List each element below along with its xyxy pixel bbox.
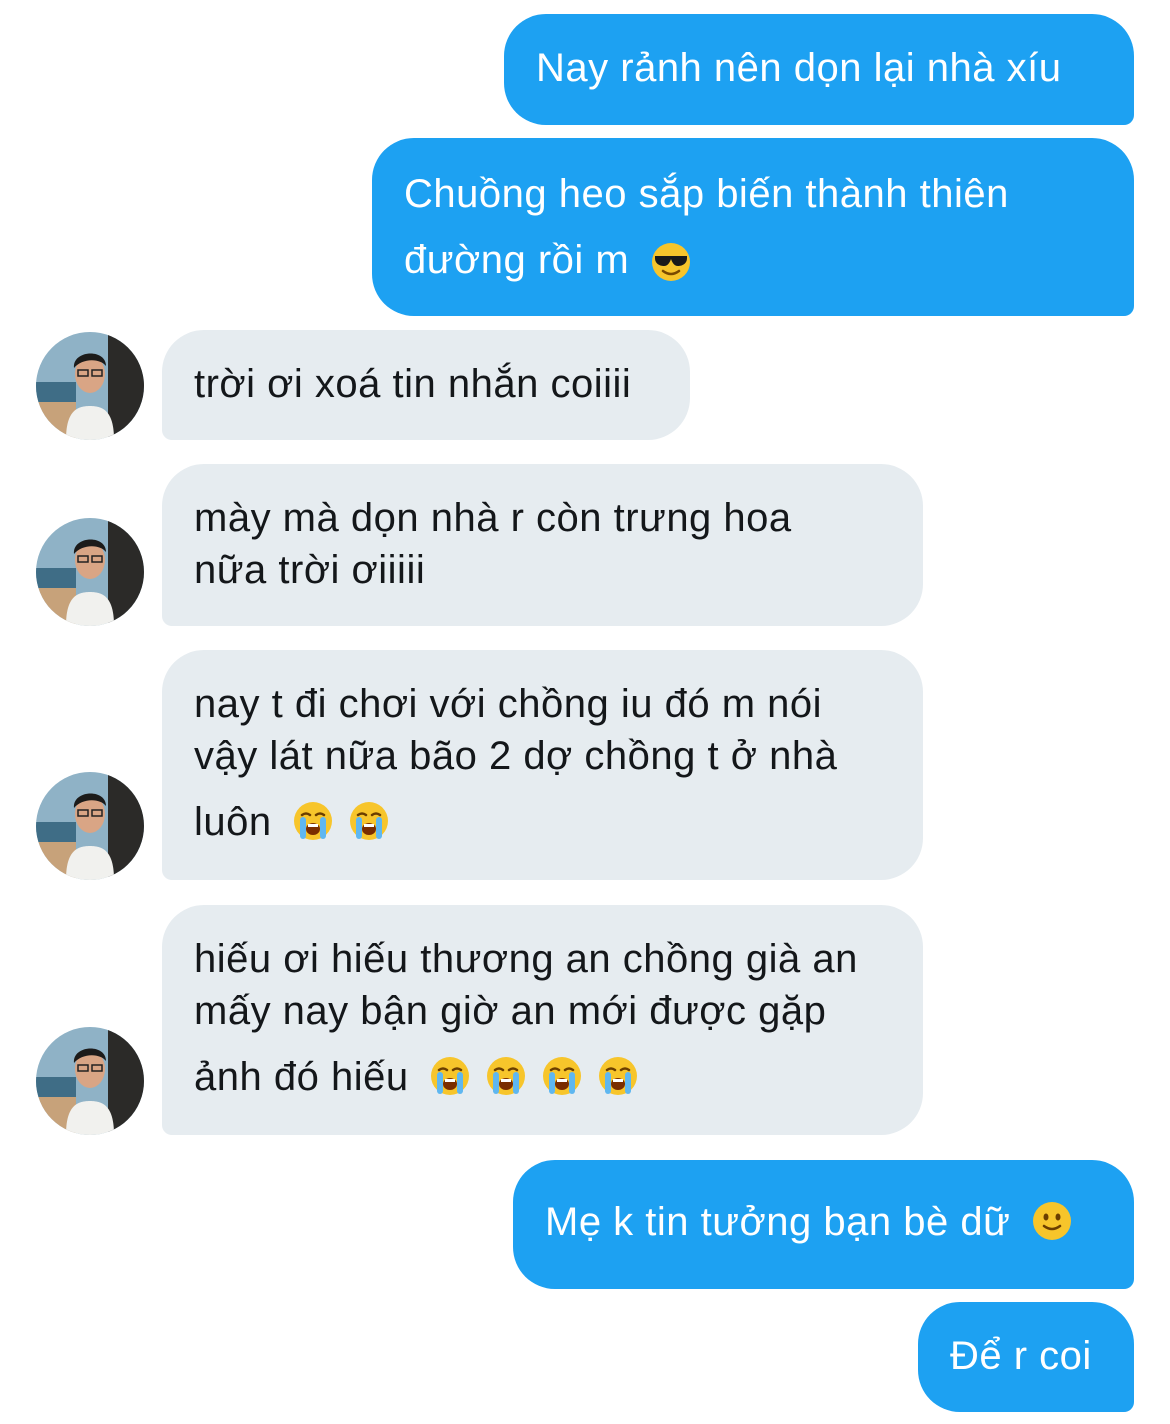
message-bubble-outgoing[interactable]: Chuồng heo sắp biến thành thiên đường rồ… (372, 138, 1134, 316)
message-bubble-outgoing[interactable]: Để r coi (918, 1302, 1134, 1412)
message-bubble-incoming[interactable]: hiếu ơi hiếu thương an chồng già an mấy … (162, 905, 923, 1135)
message-text: luôn (194, 800, 272, 844)
avatar[interactable] (36, 332, 144, 440)
message-text: vậy lát nữa bão 2 dợ chồng t ở nhà (194, 734, 838, 778)
message-bubble-outgoing[interactable]: Mẹ k tin tưởng bạn bè dữ (513, 1160, 1134, 1289)
avatar[interactable] (36, 772, 144, 880)
smiling-face-with-sunglasses-icon (651, 242, 691, 282)
loudly-crying-face-icon (430, 1056, 470, 1096)
message-text: Nay rảnh nên dọn lại nhà xíu (536, 46, 1062, 90)
slightly-smiling-face-icon (1032, 1201, 1072, 1241)
message-text: Mẹ k tin tưởng bạn bè dữ (545, 1200, 1011, 1244)
message-text: nữa trời ơiiiii (194, 548, 426, 592)
message-text: nay t đi chơi với chồng iu đó m nói (194, 682, 823, 726)
message-bubble-outgoing[interactable]: Nay rảnh nên dọn lại nhà xíu (504, 14, 1134, 125)
message-bubble-incoming[interactable]: trời ơi xoá tin nhắn coiiii (162, 330, 690, 440)
loudly-crying-face-icon (486, 1056, 526, 1096)
loudly-crying-face-icon (293, 801, 333, 841)
message-text: mấy nay bận giờ an mới được gặp (194, 989, 827, 1033)
message-text: mày mà dọn nhà r còn trưng hoa (194, 496, 792, 540)
message-text: trời ơi xoá tin nhắn coiiii (194, 362, 632, 406)
loudly-crying-face-icon (598, 1056, 638, 1096)
message-text: hiếu ơi hiếu thương an chồng già an (194, 937, 858, 981)
message-text: ảnh đó hiếu (194, 1055, 409, 1099)
message-text: Chuồng heo sắp biến thành thiên (404, 172, 1009, 216)
message-bubble-incoming[interactable]: mày mà dọn nhà r còn trưng hoa nữa trời … (162, 464, 923, 626)
avatar[interactable] (36, 1027, 144, 1135)
loudly-crying-face-icon (349, 801, 389, 841)
message-bubble-incoming[interactable]: nay t đi chơi với chồng iu đó m nói vậy … (162, 650, 923, 880)
avatar[interactable] (36, 518, 144, 626)
message-text: đường rồi m (404, 238, 630, 282)
message-text: Để r coi (950, 1334, 1092, 1378)
loudly-crying-face-icon (542, 1056, 582, 1096)
